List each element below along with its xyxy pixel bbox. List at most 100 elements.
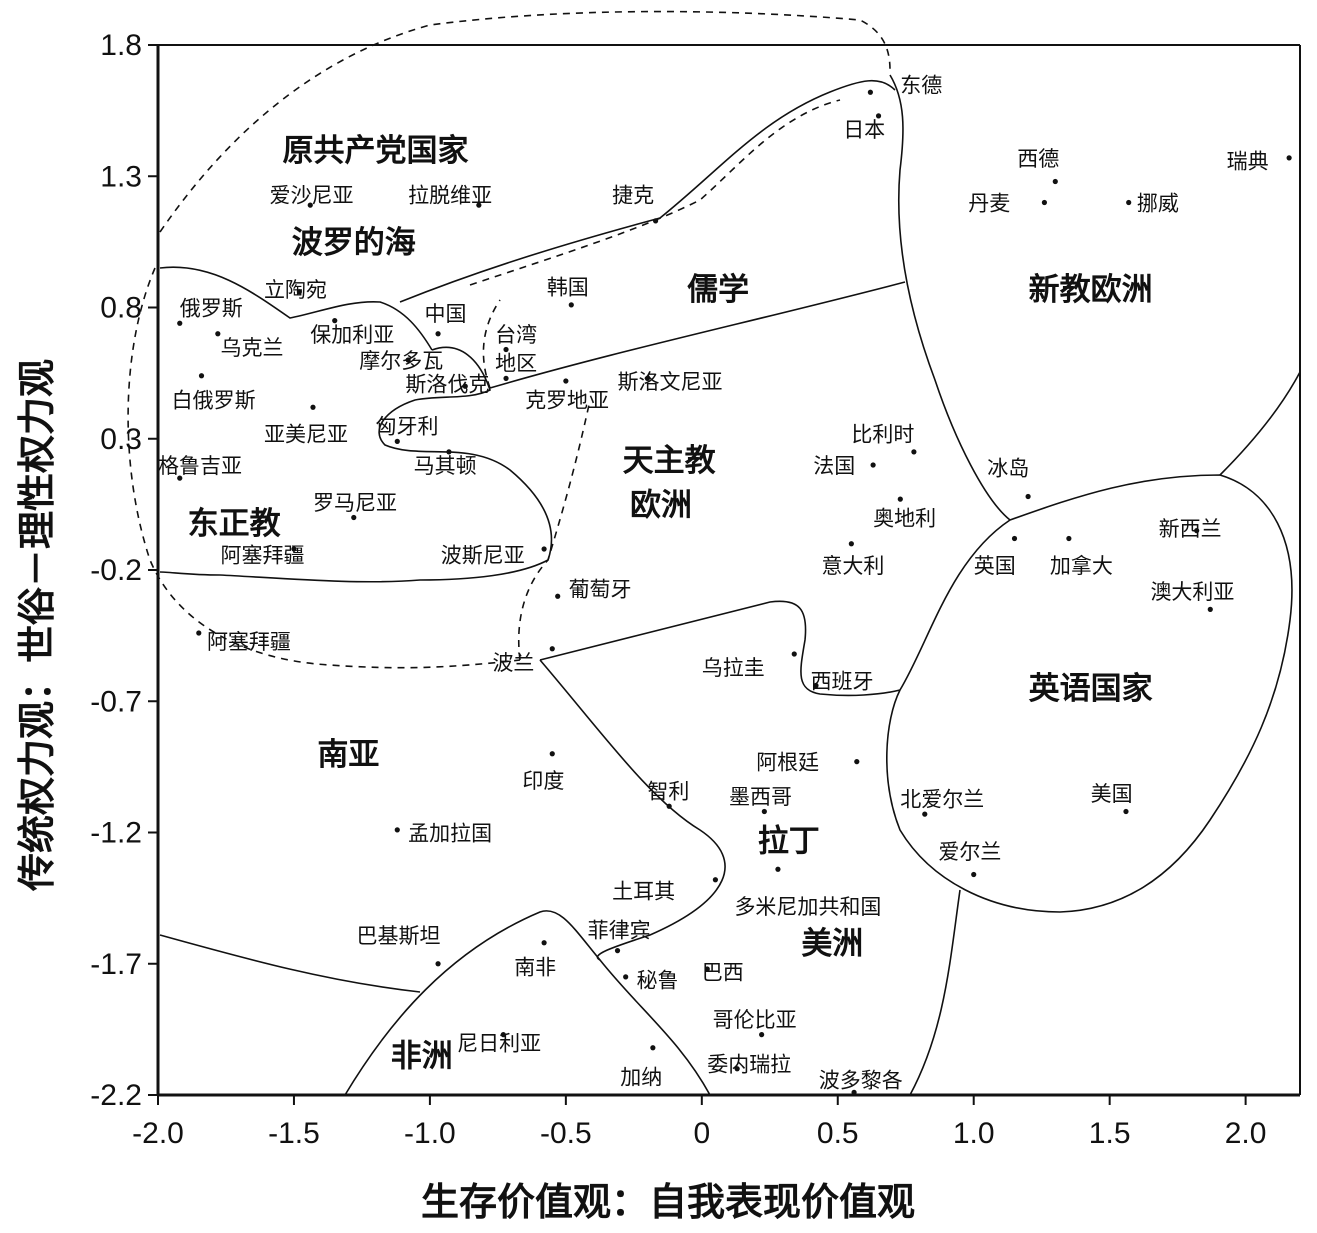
data-point (971, 871, 977, 878)
x-tick-label: -1.5 (268, 1117, 320, 1150)
country-label: 北爱尔兰 (900, 787, 984, 811)
country-label: 保加利亚 (310, 323, 394, 347)
latin-boundary-east (909, 889, 961, 1096)
data-point (541, 546, 547, 552)
country-label: 南非 (514, 955, 556, 979)
region-label: 原共产党国家 (283, 133, 469, 169)
data-point (1066, 535, 1072, 542)
country-label: 拉脱维亚 (408, 184, 492, 208)
country-label: 波斯尼亚 (441, 543, 525, 567)
country-label: 阿塞拜疆 (207, 630, 291, 654)
region-labels: 原共产党国家波罗的海儒学 新教欧洲天主教欧洲东正教南亚 英语国家拉丁美洲非洲 (188, 133, 1153, 1075)
region-label: 儒学 (687, 272, 749, 308)
data-point (435, 961, 441, 967)
country-label: 加拿大 (1050, 554, 1113, 578)
country-label: 亚美尼亚 (264, 423, 348, 447)
protestant-boundary-right (1219, 371, 1301, 476)
country-label: 墨西哥 (729, 785, 792, 809)
country-label: 美国 (1091, 782, 1133, 806)
country-label: 爱沙尼亚 (269, 184, 353, 208)
country-label: 比利时 (851, 423, 914, 447)
data-point (614, 948, 621, 954)
data-point (435, 331, 441, 337)
y-tick-label: -0.2 (90, 554, 142, 587)
y-tick-label: 1.3 (100, 160, 142, 193)
country-label: 奥地利 (873, 507, 936, 531)
data-point (911, 449, 917, 455)
x-tick-label: 0 (693, 1117, 710, 1150)
latin-boundary (539, 659, 726, 961)
country-label: 印度 (522, 769, 564, 793)
y-tick-label: -1.7 (90, 948, 142, 981)
country-label: 匈牙利 (376, 415, 439, 439)
country-label: 地区 (495, 352, 537, 376)
data-point (712, 877, 719, 883)
country-label: 秘鲁 (637, 969, 679, 993)
country-label: 哥伦比亚 (713, 1008, 797, 1032)
data-point (666, 803, 672, 809)
x-tick-label: 1.5 (1089, 1117, 1131, 1150)
data-point (177, 320, 183, 326)
country-label: 加纳 (620, 1066, 662, 1090)
country-label: 摩尔多瓦 (359, 349, 443, 373)
data-point (623, 974, 629, 980)
data-point (650, 1045, 656, 1051)
protestant-boundary (889, 74, 1011, 521)
data-point (1207, 606, 1213, 612)
data-point (563, 378, 569, 384)
x-tick-label: -2.0 (132, 1117, 184, 1150)
x-tick-label: 2.0 (1225, 1117, 1267, 1150)
region-label: 欧洲 (630, 487, 692, 523)
x-axis-title: 生存价值观：自我表现价值观 (421, 1180, 915, 1224)
country-label: 澳大利亚 (1150, 580, 1234, 604)
country-label: 法国 (813, 454, 855, 478)
data-point (761, 808, 767, 815)
region-label: 天主教 (623, 443, 716, 479)
data-point (1052, 178, 1058, 185)
country-label: 格鲁吉亚 (158, 454, 242, 478)
data-point (854, 759, 860, 765)
country-label: 白俄罗斯 (172, 388, 256, 412)
data-point (196, 630, 202, 636)
x-tick-label: -1.0 (404, 1117, 456, 1150)
y-tick-label: -1.2 (90, 817, 142, 850)
cultural-map-chart: -2.0 -1.5 -1.0 -0.5 0 0.5 1.0 1.5 2.0 1.8 1.3 0.8 0… (15, 10, 1301, 1224)
country-label: 丹麦 (968, 192, 1010, 216)
country-label: 智利 (647, 780, 689, 804)
country-label: 尼日利亚 (457, 1032, 541, 1056)
y-tick-label: 1.8 (100, 29, 142, 62)
country-label: 葡萄牙 (569, 577, 632, 601)
country-label: 委内瑞拉 (707, 1053, 791, 1077)
country-label: 韩国 (547, 276, 589, 300)
country-label: 捷克 (612, 184, 654, 208)
region-label: 美洲 (801, 926, 863, 962)
country-label: 巴西 (702, 961, 744, 985)
country-label: 台湾 (495, 323, 537, 347)
country-label: 波兰 (492, 651, 534, 675)
country-label: 巴基斯坦 (356, 924, 440, 948)
country-label: 立陶宛 (264, 278, 327, 302)
country-label: 中国 (424, 302, 466, 326)
y-tick-label: 0.8 (100, 292, 142, 325)
region-label: 拉丁 (758, 823, 820, 859)
data-point (867, 89, 873, 95)
region-label: 波罗的海 (292, 225, 416, 261)
y-tick-label: -2.2 (90, 1079, 142, 1112)
region-label: 非洲 (391, 1039, 453, 1075)
data-point (922, 811, 928, 817)
data-point (1126, 199, 1132, 206)
data-point (759, 1032, 765, 1038)
country-label: 土耳其 (612, 879, 675, 903)
y-axis-title: 传统权力观：世俗－理性权力观 (15, 359, 59, 892)
data-point (394, 827, 400, 833)
country-label: 波多黎各 (819, 1068, 903, 1092)
country-label: 克罗地亚 (525, 388, 609, 412)
data-point (1123, 808, 1129, 815)
x-tick-label: 0.5 (817, 1117, 859, 1150)
country-label: 英国 (974, 554, 1016, 578)
data-point (791, 651, 797, 657)
country-label: 菲律宾 (588, 919, 651, 943)
country-label: 马其顿 (414, 454, 477, 478)
data-point (503, 375, 509, 381)
region-label: 英语国家 (1029, 671, 1153, 707)
